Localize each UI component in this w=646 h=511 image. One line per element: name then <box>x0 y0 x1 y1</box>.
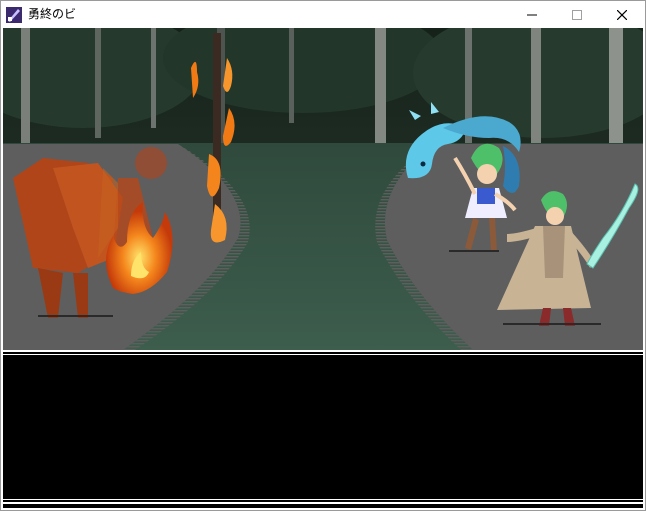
title-bar[interactable]: 勇終のビ <box>1 1 645 28</box>
message-window-top-inner-border <box>3 354 643 355</box>
message-window-bottom-inner-border <box>3 499 643 500</box>
minimize-button[interactable] <box>509 1 555 28</box>
message-window-top-border <box>3 350 643 352</box>
close-icon <box>617 9 627 20</box>
maximize-icon <box>572 9 582 20</box>
window-title: 勇終のビ <box>28 7 77 21</box>
minimize-icon <box>527 14 537 15</box>
battle-scene <box>3 28 643 350</box>
close-button[interactable] <box>599 1 645 28</box>
game-viewport[interactable] <box>3 28 643 508</box>
maximize-button[interactable] <box>554 1 600 28</box>
game-window: 勇終のビ <box>0 0 646 511</box>
message-window-bottom-border <box>3 502 643 504</box>
app-icon <box>6 7 22 23</box>
message-window <box>3 350 643 508</box>
